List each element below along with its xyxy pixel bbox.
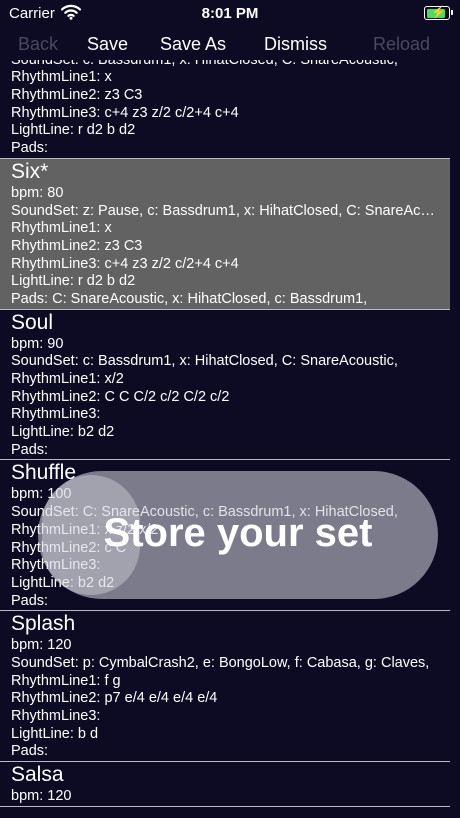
save-as-button[interactable]: Save As: [160, 34, 226, 55]
set-detail-line: LightLine: b d: [11, 725, 99, 742]
set-detail-line: RhythmLine2: C C C/2 c/2 C/2 c/2: [11, 388, 230, 405]
set-detail-line: bpm: 120: [11, 788, 72, 805]
set-entry[interactable]: Splash bpm: 120 SoundSet: p: CymbalCrash2,…: [0, 611, 450, 763]
set-detail-line: RhythmLine2: z3 C3: [11, 237, 143, 254]
set-title: Salsa: [11, 763, 64, 787]
set-detail-line: RhythmLine2: z3 C3: [11, 87, 143, 104]
set-detail-line: Pads:: [11, 140, 49, 157]
set-entry[interactable]: Soul bpm: 90 SoundSet: c: Bassdrum1, x: Hi…: [0, 310, 450, 461]
store-set-hud: Store your set: [38, 471, 438, 599]
set-detail-line: Pads:: [11, 441, 49, 458]
set-detail-line: SoundSet: c: Bassdrum1, x: HihatClosed, …: [11, 353, 398, 370]
set-detail-line: RhythmLine1: x/2: [11, 371, 124, 387]
set-entry[interactable]: bpm: 80SoundSet: c: Bassdrum1, x: HihatC…: [0, 50, 450, 159]
set-detail-line: RhythmLine3: c+4 z3 z/2 c/2+4 c+4: [11, 104, 239, 121]
set-detail-line: RhythmLine1: x: [11, 220, 112, 237]
toolbar: Back Save Save As Dismiss Reload: [0, 28, 460, 60]
set-detail-line: Pads: C: SnareAcoustic, x: HihatClosed, …: [11, 290, 368, 307]
dismiss-button[interactable]: Dismiss: [264, 34, 327, 55]
reload-button[interactable]: Reload: [373, 34, 430, 55]
set-detail-line: Pads:: [11, 743, 49, 760]
set-title: Splash: [11, 612, 76, 636]
set-detail-line: SoundSet: z: Pause, c: Bassdrum1, x: Hih…: [11, 202, 450, 219]
set-detail-line: bpm: 120: [11, 637, 72, 654]
set-detail-line: LightLine: r d2 b d2: [11, 122, 136, 139]
set-detail-line: LightLine: b2 d2: [11, 424, 115, 441]
back-button[interactable]: Back: [18, 34, 58, 55]
set-list[interactable]: bpm: 80 SoundSet: c: Bassdrum1, x: HihatC…: [0, 50, 460, 818]
set-detail-line: SoundSet: p: CymbalCrash2, e: BongoLow, …: [11, 654, 430, 671]
hud-label: Store your set: [103, 511, 373, 555]
set-detail-line: RhythmLine3:: [11, 406, 101, 423]
clock: 8:01 PM: [201, 5, 259, 22]
set-detail-line: RhythmLine1: x: [11, 69, 112, 86]
battery-icon: ⚡: [424, 5, 453, 20]
set-detail-line: RhythmLine3: c+4 z3 z/2 c/2+4 c+4: [11, 255, 239, 272]
set-detail-line: LightLine: r d2 b d2: [11, 273, 136, 290]
set-entry[interactable]: Salsa bpm: 120: [0, 762, 450, 807]
set-detail-line: RhythmLine1: f g: [11, 672, 121, 689]
set-title: Six*: [11, 159, 49, 183]
set-detail-line: bpm: 90: [11, 335, 64, 352]
set-detail-line: bpm: 80: [11, 184, 64, 201]
status-bar: Carrier 8:01 PM ⚡: [0, 0, 460, 28]
set-title: Soul: [11, 310, 54, 334]
set-detail-line: RhythmLine3:: [11, 708, 101, 724]
set-entry[interactable]: Six* bpm: 80 SoundSet: z: Pause, c: Bassdr…: [0, 158, 450, 310]
save-button[interactable]: Save: [87, 34, 128, 55]
set-detail-line: RhythmLine2: p7 e/4 e/4 e/4 e/4: [11, 690, 218, 707]
set-list-content: bpm: 80 SoundSet: c: Bassdrum1, x: HihatC…: [0, 50, 460, 807]
